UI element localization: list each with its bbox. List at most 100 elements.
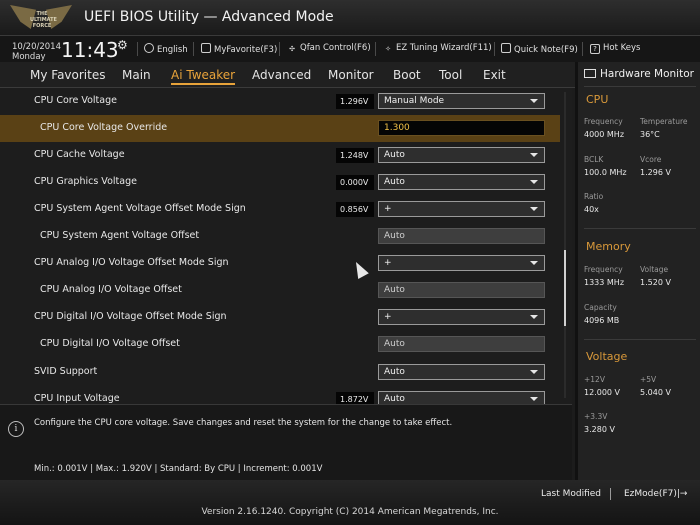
v12-value: 12.000 V [584, 388, 621, 397]
dropdown-value: + [384, 312, 392, 322]
tab-main[interactable]: Main [122, 68, 151, 82]
tab-boot[interactable]: Boot [393, 68, 421, 82]
setting-label: CPU System Agent Voltage Offset Mode Sig… [34, 203, 246, 214]
scrollbar-track[interactable] [564, 92, 566, 398]
v5-label: +5V [640, 375, 657, 384]
setting-label: CPU Core Voltage Override [40, 122, 168, 133]
qfan-control-button[interactable]: ✣ Qfan Control(F6) [287, 43, 371, 55]
dropdown-value: Auto [384, 177, 405, 187]
setting-row[interactable]: CPU Input Voltage 1.872V Auto [0, 386, 560, 404]
note-icon [501, 43, 511, 53]
setting-dropdown[interactable]: Auto [378, 391, 545, 404]
chevron-down-icon [530, 153, 538, 157]
voltage-override-input[interactable]: 1.300 [378, 120, 545, 136]
setting-row[interactable]: CPU Digital I/O Voltage Offset Mode Sign… [0, 304, 560, 331]
setting-dropdown[interactable]: Auto [378, 147, 545, 163]
footer-bar: Last Modified EzMode(F7)|→ Version 2.16.… [0, 480, 700, 525]
hot-keys-button[interactable]: ? Hot Keys [590, 43, 640, 54]
clock-settings-gear-icon[interactable]: ⚙ [117, 38, 128, 52]
cpu-temperature-value: 36°C [640, 130, 660, 139]
logo-text: THE ULTIMATE FORCE [30, 11, 57, 29]
monitor-icon [584, 69, 596, 78]
ratio-label: Ratio [584, 192, 604, 201]
v5-value: 5.040 V [640, 388, 671, 397]
setting-row[interactable]: SVID Support Auto [0, 359, 560, 386]
tab-my-favorites[interactable]: My Favorites [30, 68, 105, 82]
ez-tuning-wizard-button[interactable]: ✧ EZ Tuning Wizard(F11) [383, 43, 492, 55]
separator [279, 42, 280, 56]
divider [584, 228, 696, 229]
fan-icon: ✣ [289, 45, 295, 53]
cpu-frequency-label: Frequency [584, 117, 623, 126]
setting-row[interactable]: CPU Analog I/O Voltage Offset Mode Sign … [0, 250, 560, 277]
qfan-label: Qfan Control(F6) [300, 43, 371, 53]
setting-dropdown[interactable]: Auto [378, 364, 545, 380]
chevron-down-icon [530, 397, 538, 401]
separator [137, 42, 138, 56]
voltage-limits: Min.: 0.001V | Max.: 1.920V | Standard: … [34, 464, 323, 474]
v33-label: +3.3V [584, 412, 608, 421]
dropdown-value: + [384, 258, 392, 268]
setting-row[interactable]: CPU Core Voltage 1.296V Manual Mode [0, 88, 560, 115]
version-text: Version 2.16.1240. Copyright (C) 2014 Am… [201, 507, 499, 517]
main-menu-bar: My Favorites Main Ai Tweaker Advanced Mo… [0, 62, 575, 88]
vcore-label: Vcore [640, 155, 662, 164]
setting-row[interactable]: CPU Cache Voltage 1.248V Auto [0, 142, 560, 169]
tab-ai-tweaker[interactable]: Ai Tweaker [171, 68, 236, 85]
app-title: UEFI BIOS Utility — Advanced Mode [84, 9, 334, 25]
setting-label: CPU System Agent Voltage Offset [40, 230, 200, 241]
tab-monitor[interactable]: Monitor [328, 68, 374, 82]
cpu-frequency-value: 4000 MHz [584, 130, 625, 139]
tab-tool[interactable]: Tool [439, 68, 462, 82]
chevron-down-icon [530, 180, 538, 184]
current-value: 1.872V [336, 392, 374, 404]
setting-dropdown[interactable]: Manual Mode [378, 93, 545, 109]
chevron-down-icon [530, 370, 538, 374]
help-description: Configure the CPU core voltage. Save cha… [34, 418, 453, 428]
setting-label: CPU Core Voltage [34, 95, 117, 106]
bclk-label: BCLK [584, 155, 604, 164]
setting-row[interactable]: CPU System Agent Voltage Offset Mode Sig… [0, 196, 560, 223]
chevron-down-icon [530, 315, 538, 319]
ez-mode-button[interactable]: EzMode(F7)|→ [624, 489, 687, 499]
separator [193, 42, 194, 56]
setting-field-disabled: Auto [378, 228, 545, 244]
header-bar: THE ULTIMATE FORCE UEFI BIOS Utility — A… [0, 0, 700, 36]
setting-label: SVID Support [34, 366, 98, 377]
myfavorite-button[interactable]: MyFavorite(F3) [201, 43, 277, 55]
current-value: 0.856V [336, 202, 374, 217]
setting-row-selected[interactable]: CPU Core Voltage Override 1.300 [0, 115, 560, 142]
chevron-down-icon [530, 207, 538, 211]
dropdown-value: Manual Mode [384, 96, 445, 106]
setting-field-disabled: Auto [378, 336, 545, 352]
current-value: 1.296V [336, 94, 374, 109]
setting-dropdown[interactable]: + [378, 201, 545, 217]
setting-row[interactable]: CPU Digital I/O Voltage Offset Auto [0, 331, 560, 358]
setting-row[interactable]: CPU Analog I/O Voltage Offset Auto [0, 277, 560, 304]
date-text: 10/20/2014 [12, 42, 61, 52]
tab-exit[interactable]: Exit [483, 68, 506, 82]
memory-frequency-value: 1333 MHz [584, 278, 625, 287]
quick-note-label: Quick Note(F9) [514, 45, 578, 55]
scrollbar-thumb[interactable] [564, 250, 566, 326]
setting-dropdown[interactable]: + [378, 255, 545, 271]
hardware-monitor-label: Hardware Monitor [600, 68, 694, 80]
tab-advanced[interactable]: Advanced [252, 68, 311, 82]
setting-row[interactable]: CPU System Agent Voltage Offset Auto [0, 223, 560, 250]
setting-row[interactable]: CPU Graphics Voltage 0.000V Auto [0, 169, 560, 196]
memory-section-heading: Memory [586, 240, 631, 253]
setting-label: CPU Cache Voltage [34, 149, 125, 160]
separator [610, 488, 611, 500]
setting-dropdown[interactable]: + [378, 309, 545, 325]
quick-note-button[interactable]: Quick Note(F9) [501, 43, 578, 55]
current-value: 0.000V [336, 175, 374, 190]
language-button[interactable]: English [144, 43, 188, 55]
dropdown-value: Auto [384, 150, 405, 160]
v33-value: 3.280 V [584, 425, 615, 434]
ez-tuning-label: EZ Tuning Wizard(F11) [396, 43, 492, 53]
divider [584, 339, 696, 340]
voltage-section-heading: Voltage [586, 350, 628, 363]
last-modified-button[interactable]: Last Modified [541, 489, 601, 499]
setting-dropdown[interactable]: Auto [378, 174, 545, 190]
day-text: Monday [12, 52, 46, 62]
